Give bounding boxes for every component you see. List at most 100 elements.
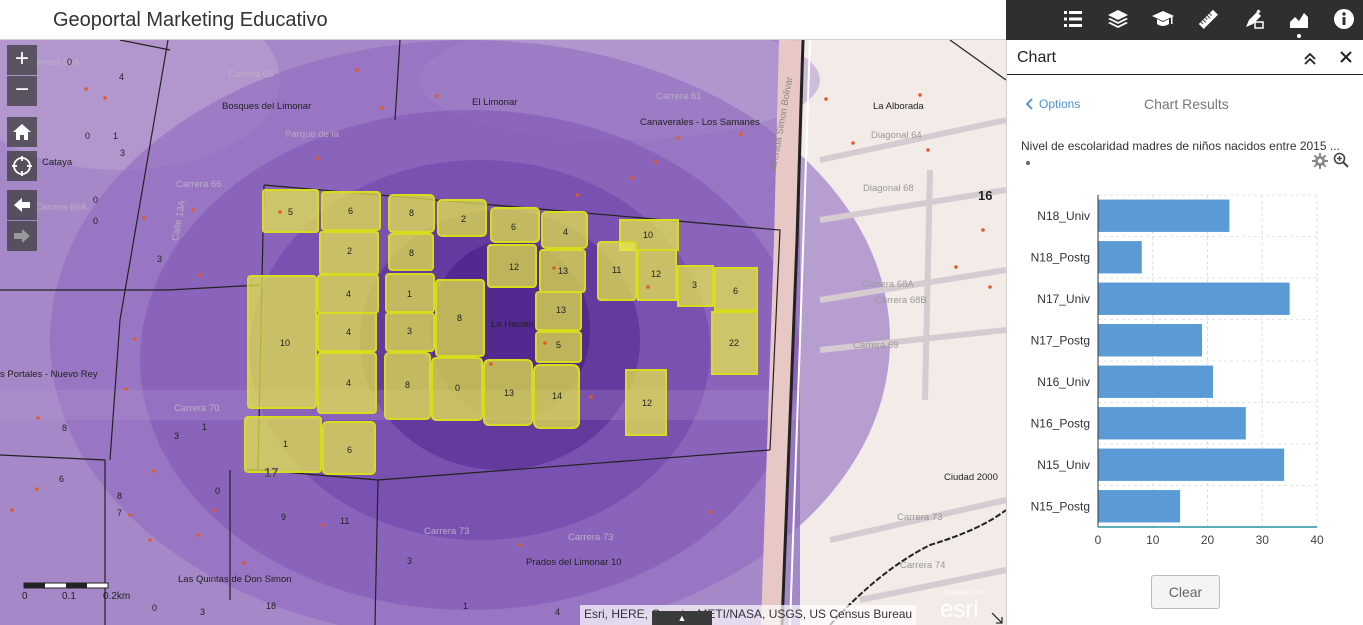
pagination-dot[interactable] xyxy=(1026,161,1030,165)
zoom-in-icon[interactable] xyxy=(1333,152,1349,168)
map-view[interactable]: Bosques del Limonar El Limonar Canaveral… xyxy=(0,40,1006,625)
block-number: 4 xyxy=(346,327,352,337)
chart-icon[interactable] xyxy=(1283,4,1315,38)
widget-toolbar xyxy=(1006,0,1363,40)
bar xyxy=(1098,324,1203,357)
block-number: 1 xyxy=(407,289,413,299)
home-icon xyxy=(13,124,31,140)
previous-extent-button[interactable] xyxy=(7,190,37,220)
close-icon[interactable] xyxy=(1338,49,1354,65)
street-label: Carrera 68A xyxy=(862,279,914,290)
attribution-toggle[interactable]: ▲ xyxy=(652,611,712,625)
category-label: N15_Univ xyxy=(1037,458,1090,472)
panel-header: Chart xyxy=(1007,40,1363,75)
street-label: Carrera 73 xyxy=(424,526,470,537)
clear-button[interactable]: Clear xyxy=(1151,575,1220,609)
options-link[interactable]: Options xyxy=(1025,97,1080,111)
category-label: N18_Postg xyxy=(1031,250,1090,264)
block-number: 8 xyxy=(457,313,463,323)
street-label: Carrera 66A xyxy=(35,202,87,213)
block-number: 11 xyxy=(612,265,622,275)
lot-number: 1 xyxy=(463,601,469,611)
chart-results-label: Chart Results xyxy=(1144,96,1229,112)
block-number: 10 xyxy=(643,230,654,240)
tick-label: 30 xyxy=(1256,533,1270,547)
layers-icon[interactable] xyxy=(1102,4,1134,34)
map-label: s Portales - Nuevo Rey xyxy=(0,369,98,380)
street-label: Carrera 70 xyxy=(174,403,220,414)
bar xyxy=(1098,448,1285,481)
options-label: Options xyxy=(1039,97,1081,111)
map-label: Ciudad 2000 xyxy=(944,472,998,483)
street-label: Carrera 74 xyxy=(900,560,946,571)
lot-number: 3 xyxy=(407,556,413,566)
app-header: Geoportal Marketing Educativo xyxy=(0,0,1006,40)
street-label: Carrera 66 xyxy=(176,179,222,190)
app-root: Geoportal Marketing Educativo Bosques de… xyxy=(0,0,1363,625)
basemap xyxy=(0,40,1006,625)
street-label: Diagonal 68 xyxy=(863,183,914,194)
lot-number: 3 xyxy=(120,148,126,158)
street-label: Carrera 69 xyxy=(853,340,899,351)
arrow-left-icon xyxy=(14,198,30,212)
category-label: N17_Postg xyxy=(1031,333,1090,347)
lot-number: 1 xyxy=(113,131,119,141)
block-number: 6 xyxy=(511,222,517,232)
layer-list-icon[interactable] xyxy=(1057,4,1089,34)
locate-icon xyxy=(12,156,32,176)
measure-icon[interactable] xyxy=(1192,4,1224,34)
locate-button[interactable] xyxy=(7,151,37,181)
lot-number: 0 xyxy=(215,486,221,496)
tick-label: 0 xyxy=(1095,533,1102,547)
block-number: 4 xyxy=(346,378,352,388)
scale-label: 0.2km xyxy=(103,591,131,602)
lot-number: 3 xyxy=(174,431,180,441)
info-icon[interactable] xyxy=(1328,4,1360,34)
block-number: 5 xyxy=(288,207,294,217)
lot-number: 6 xyxy=(59,474,65,484)
zoom-in-button[interactable]: + xyxy=(7,45,37,75)
resize-icon[interactable] xyxy=(991,612,1003,624)
education-icon[interactable] xyxy=(1147,4,1179,34)
map-label: Canaverales - Los Samanes xyxy=(640,117,760,128)
block-number: 13 xyxy=(504,388,515,398)
block-number: 14 xyxy=(552,391,563,401)
block-number: 4 xyxy=(346,289,352,299)
home-button[interactable] xyxy=(7,117,37,147)
map-label: 17 xyxy=(264,465,279,480)
scale-label: 0.1 xyxy=(62,591,76,602)
street-label: Carrera 73 xyxy=(897,512,943,523)
chevron-left-icon xyxy=(1025,98,1033,110)
block-number: 8 xyxy=(409,208,415,218)
category-label: N18_Univ xyxy=(1037,209,1090,223)
zoom-out-button[interactable]: − xyxy=(7,76,37,106)
next-extent-button[interactable] xyxy=(7,221,37,251)
lot-number: 3 xyxy=(157,254,163,264)
block-number: 12 xyxy=(642,398,653,408)
block-number: 8 xyxy=(405,380,411,390)
block-number: 3 xyxy=(692,280,698,290)
block-number: 8 xyxy=(409,248,415,258)
draw-icon[interactable] xyxy=(1238,4,1270,34)
gear-icon[interactable] xyxy=(1312,153,1328,169)
block-number: 2 xyxy=(347,246,353,256)
block-number: 13 xyxy=(556,305,567,315)
map-label: La Hacien xyxy=(491,319,534,330)
lot-number: 4 xyxy=(119,72,125,82)
bar xyxy=(1098,199,1230,232)
block-number: 13 xyxy=(558,266,569,276)
map-label: El Limonar xyxy=(472,97,518,108)
map-label: Las Quintas de Don Simon xyxy=(178,574,292,585)
map-label: La Alborada xyxy=(873,101,924,112)
chevron-up-double-icon[interactable] xyxy=(1302,50,1318,66)
arrow-right-icon xyxy=(14,229,30,243)
esri-logo: POWERED BY esri xyxy=(940,591,985,623)
block-number: 3 xyxy=(407,326,413,336)
block-number: 22 xyxy=(729,338,740,348)
map-label: Cataya xyxy=(42,157,73,168)
tick-label: 10 xyxy=(1146,533,1160,547)
category-label: N17_Univ xyxy=(1037,292,1090,306)
block-number: 6 xyxy=(733,286,739,296)
app-title: Geoportal Marketing Educativo xyxy=(53,9,328,31)
block-number: 4 xyxy=(563,227,569,237)
